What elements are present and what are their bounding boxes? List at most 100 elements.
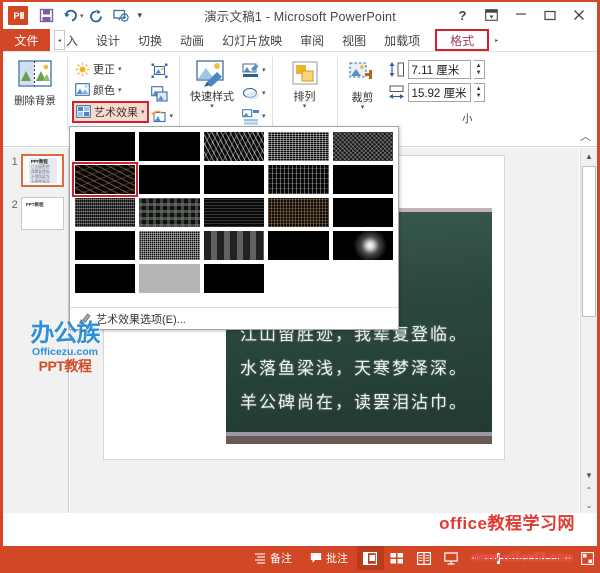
slide-thumb-2-image[interactable]: PPT教程 [20, 197, 64, 230]
gallery-cell-effect-film-grain[interactable] [75, 198, 136, 227]
tab-addins[interactable]: 加载项 [375, 29, 429, 51]
corrections-dropdown-icon[interactable]: ▾ [118, 66, 122, 73]
gallery-cell-effect-photocopy[interactable] [139, 264, 200, 293]
gallery-cell-effect-pencil-sketch[interactable] [268, 132, 329, 161]
remove-background-button[interactable]: 删除背景 [7, 57, 63, 107]
shape-height-input[interactable]: 7.11 厘米 [407, 60, 471, 79]
crop-button[interactable]: 裁剪 ▾ [341, 58, 385, 111]
scroll-up-icon[interactable]: ▲ [581, 148, 597, 164]
help-icon[interactable]: ? [448, 4, 477, 26]
color-label: 颜色 [93, 85, 115, 97]
gallery-cell-effect-mosaic-bubbles[interactable] [203, 165, 265, 194]
gallery-cell-effect-paint-strokes[interactable] [75, 231, 136, 260]
slide-thumbnail-1[interactable]: 1 PPT教程 江山留胜迹 我辈复登临 水落鱼梁浅 天寒梦泽深 [3, 148, 68, 187]
corrections-label: 更正 [93, 64, 115, 76]
quick-styles-label: 快速样式 [190, 91, 235, 103]
zoom-slider-handle[interactable] [496, 552, 500, 564]
tab-review[interactable]: 审阅 [291, 29, 333, 51]
tab-design[interactable]: 设计 [87, 29, 129, 51]
artistic-effects-gallery[interactable]: 艺术效果选项(E)... [69, 126, 399, 330]
tab-animations[interactable]: 动画 [171, 29, 213, 51]
remove-background-icon [18, 60, 52, 92]
collapse-ribbon-icon[interactable]: ︿ [580, 128, 591, 144]
gallery-cell-effect-cement[interactable] [332, 165, 393, 194]
slide-show-view-button[interactable] [438, 546, 465, 570]
gallery-cell-effect-pastels-smooth[interactable] [268, 231, 329, 260]
gallery-cell-effect-paint-brush[interactable] [139, 231, 200, 260]
shape-width-row: 15.92 厘米 ▲ ▼ [388, 83, 485, 102]
quick-styles-dropdown-icon[interactable]: ▾ [210, 103, 214, 110]
gallery-cell-effect-glow-diffused[interactable] [203, 231, 265, 260]
shape-height-stepper[interactable]: ▲ ▼ [473, 60, 485, 79]
slide-number-1: 1 [11, 156, 18, 168]
artistic-effects-options-item[interactable]: 艺术效果选项(E)... [70, 307, 398, 329]
tab-scroll-right-icon[interactable]: ▸ [491, 29, 502, 51]
next-slide-icon[interactable]: ⌄ [586, 498, 593, 513]
change-picture-button[interactable] [149, 83, 176, 104]
previous-slide-icon[interactable]: ⌃ [586, 483, 593, 498]
gallery-cell-effect-blur[interactable] [203, 198, 265, 227]
tab-transitions[interactable]: 切换 [129, 29, 171, 51]
quick-styles-button[interactable]: 快速样式 ▾ [184, 57, 240, 110]
tab-insert[interactable]: 入 [57, 29, 87, 51]
artistic-effects-dropdown-icon[interactable]: ▾ [141, 109, 145, 116]
picture-effects-button[interactable]: ▾ [240, 83, 268, 104]
gallery-cell-effect-glass[interactable] [268, 165, 329, 194]
color-dropdown-icon[interactable]: ▾ [118, 87, 122, 94]
zoom-slider[interactable] [482, 552, 559, 564]
minimize-icon[interactable] [506, 4, 535, 26]
tab-view[interactable]: 视图 [333, 29, 375, 51]
gallery-cell-effect-glow-edges[interactable] [75, 264, 136, 293]
artistic-effects-button[interactable]: 艺术效果 ▾ [72, 101, 149, 123]
scrollbar-thumb[interactable] [582, 166, 596, 317]
board-line-6: 羊公碑尚在，读罢泪沾巾。 [240, 393, 468, 413]
reading-view-button[interactable] [411, 546, 438, 570]
picture-layout-dropdown-icon[interactable]: ▾ [262, 113, 266, 120]
gallery-cell-effect-mosaic[interactable] [139, 198, 200, 227]
gallery-cell-effect-crisscross-etching[interactable] [139, 165, 200, 194]
shape-width-input[interactable]: 15.92 厘米 [407, 83, 471, 102]
shape-width-stepper[interactable]: ▲ ▼ [473, 83, 485, 102]
corrections-button[interactable]: 更正 ▾ [72, 59, 149, 79]
slide-thumb-1-image[interactable]: PPT教程 江山留胜迹 我辈复登临 水落鱼梁浅 天寒梦泽深 [20, 154, 64, 187]
comments-button[interactable]: 批注 [301, 546, 357, 570]
gallery-cell-effect-watercolor-sponge[interactable] [71, 162, 139, 197]
arrange-dropdown-icon[interactable]: ▾ [303, 103, 307, 110]
gallery-cell-effect-none[interactable] [75, 132, 136, 161]
picture-border-button[interactable]: ▾ [240, 60, 268, 81]
color-button[interactable]: 颜色 ▾ [72, 80, 149, 100]
tab-format[interactable]: 格式 [435, 29, 490, 51]
reset-picture-button[interactable]: ▾ [149, 106, 176, 127]
slide-thumbnail-panel[interactable]: 1 PPT教程 江山留胜迹 我辈复登临 水落鱼梁浅 天寒梦泽深 2 PPT教程 [3, 148, 69, 513]
gallery-cell-effect-plastic-wrap[interactable] [332, 231, 393, 260]
gallery-cell-effect-chalk-sketch[interactable] [203, 264, 265, 293]
slide-thumbnail-2[interactable]: 2 PPT教程 [3, 187, 68, 230]
compress-pictures-button[interactable] [149, 60, 176, 81]
gallery-cell-effect-line-drawing[interactable] [332, 132, 393, 161]
gallery-cell-effect-marker[interactable] [139, 132, 200, 161]
notes-button[interactable]: 备注 [245, 546, 301, 570]
zoom-control[interactable]: − + [465, 551, 577, 565]
tab-slideshow[interactable]: 幻灯片放映 [213, 29, 291, 51]
reset-picture-dropdown-icon[interactable]: ▾ [170, 113, 174, 120]
gallery-cell-effect-light-screen[interactable] [268, 198, 329, 227]
picture-effects-dropdown-icon[interactable]: ▾ [262, 90, 266, 97]
maximize-icon[interactable] [535, 4, 564, 26]
vertical-scrollbar[interactable]: ▲ ▼ ⌃ ⌄ [580, 148, 597, 513]
gallery-cell-effect-watercolor[interactable] [332, 198, 393, 227]
normal-view-button[interactable] [356, 546, 384, 570]
tab-file[interactable]: 文件 [3, 29, 50, 51]
slide-sorter-view-button[interactable] [384, 546, 411, 570]
ribbon-display-options-icon[interactable] [477, 4, 506, 26]
picture-border-dropdown-icon[interactable]: ▾ [262, 67, 266, 74]
fit-to-window-button[interactable] [577, 546, 597, 570]
gallery-cell-effect-pencil-grayscale[interactable] [203, 132, 265, 161]
artistic-effects-icon [76, 105, 91, 119]
scroll-down-icon[interactable]: ▼ [585, 468, 593, 483]
picture-layout-button[interactable]: ▾ [240, 106, 268, 127]
zoom-out-button[interactable]: − [471, 551, 478, 565]
close-icon[interactable] [564, 4, 593, 26]
zoom-in-button[interactable]: + [564, 551, 571, 565]
arrange-button[interactable]: 排列 ▾ [277, 57, 333, 110]
quick-styles-icon [195, 60, 229, 88]
